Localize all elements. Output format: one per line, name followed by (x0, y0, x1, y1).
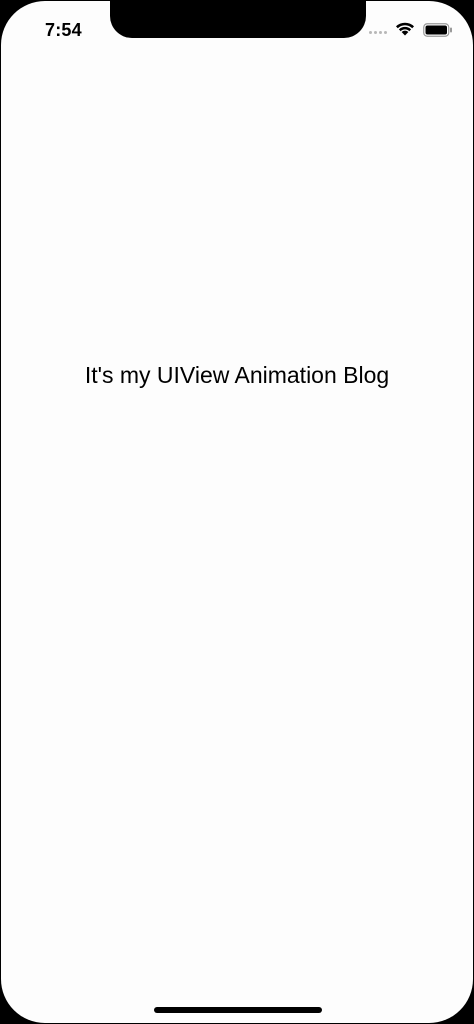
device-frame: 7:54 It's my UIView Animation Blog (0, 0, 474, 1024)
app-screen: 7:54 It's my UIView Animation Blog (1, 1, 473, 1023)
cellular-signal-icon (369, 31, 389, 35)
wifi-icon (396, 22, 414, 36)
battery-icon (423, 23, 452, 37)
status-time: 7:54 (45, 20, 82, 40)
blog-title-label: It's my UIView Animation Blog (84, 362, 390, 388)
device-notch (110, 1, 366, 38)
home-indicator[interactable] (154, 1007, 322, 1013)
